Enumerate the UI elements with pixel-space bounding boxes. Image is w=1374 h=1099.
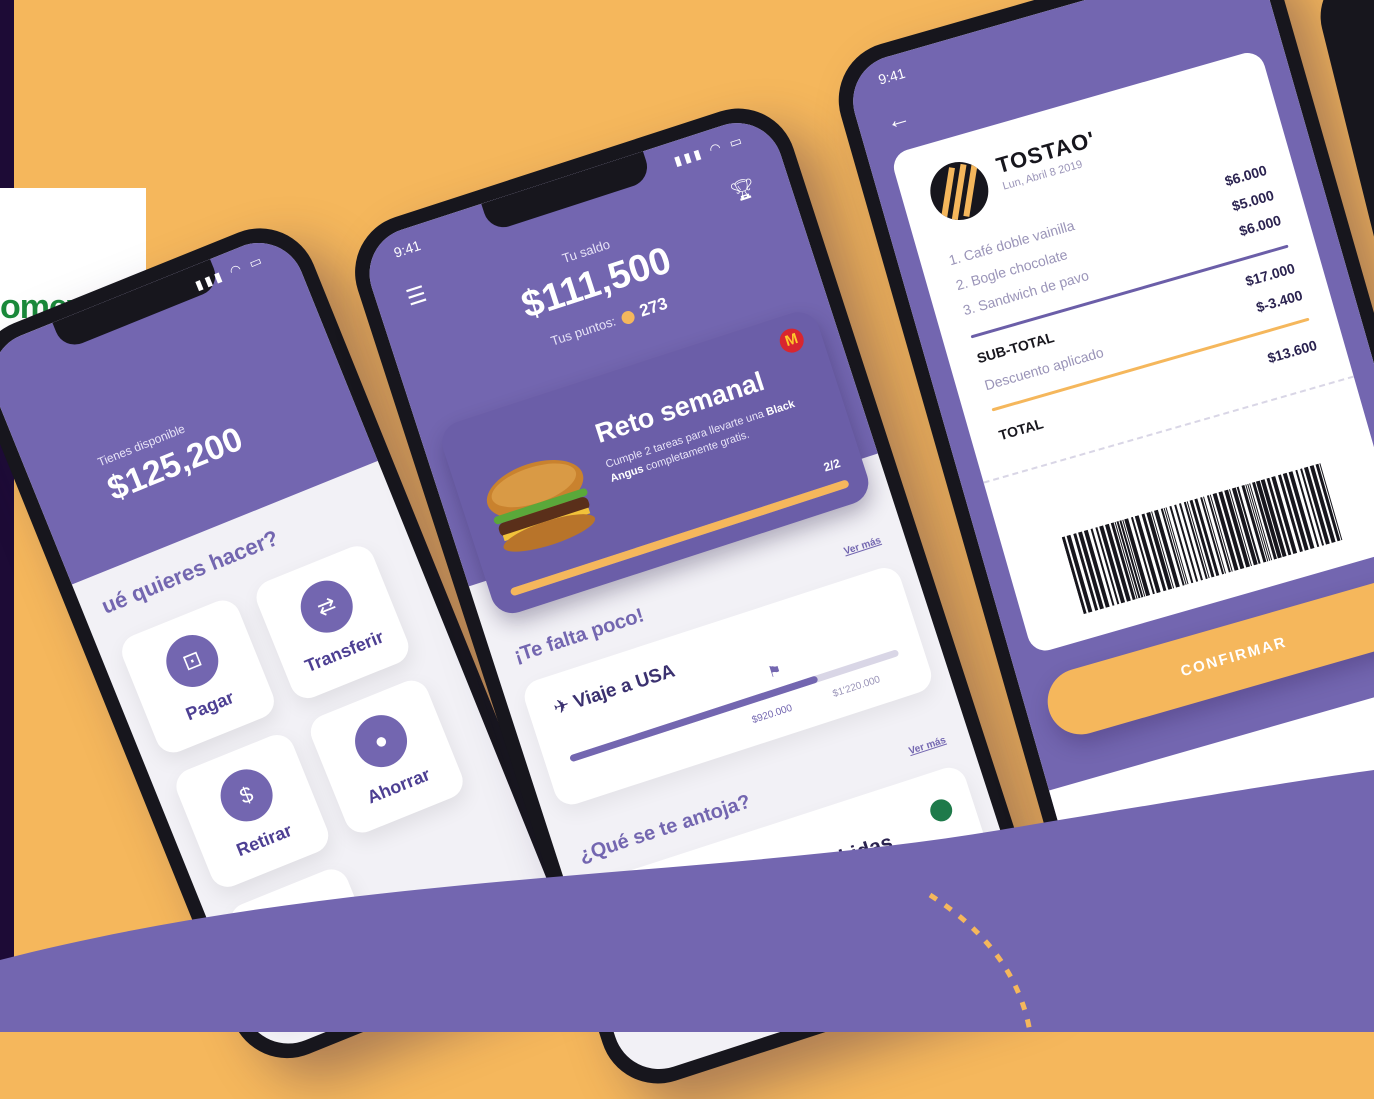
offer-see-more-link[interactable]: Ver más <box>908 735 948 757</box>
wallet-icon: ⊡ <box>158 627 227 695</box>
points-value: 273 <box>637 293 670 321</box>
action-card-button[interactable]: ▭ <box>225 864 389 1027</box>
tostao-stripes-icon <box>940 160 979 224</box>
total-value: $13.600 <box>1265 336 1319 367</box>
discount-value: $-3.400 <box>1254 286 1305 316</box>
burger-image <box>486 459 596 552</box>
home-icon[interactable]: ⌂ <box>1127 805 1152 840</box>
action-label: Retirar <box>233 819 295 861</box>
coin-icon <box>619 309 637 326</box>
flag-icon: ⚑ <box>765 661 784 682</box>
transfer-icon: ⇄ <box>292 572 361 641</box>
action-label: Pagar <box>182 687 237 725</box>
challenge-count: 2/2 <box>821 456 842 475</box>
coffee-cup-image <box>632 883 696 973</box>
total-label: TOTAL <box>997 415 1046 444</box>
goal-see-more-link[interactable]: Ver más <box>843 535 883 557</box>
mcdonalds-logo-icon: M <box>776 325 807 356</box>
action-label: Ahorrar <box>364 764 433 808</box>
total-row: TOTAL $13.600 <box>997 337 1319 443</box>
goal-target-value: $1'220.000 <box>831 674 882 700</box>
starbucks-logo-icon <box>927 796 956 825</box>
offer-card[interactable]: 20% Dto. Todas las bebidas STARBUCKS COF… <box>584 763 1001 1009</box>
card-icon: ▭ <box>267 896 335 964</box>
goal-current-value: $920.000 <box>750 702 794 727</box>
goal-name: Viaje a USA <box>571 660 678 713</box>
subtotal-value: $17.000 <box>1243 259 1297 290</box>
action-label: Transferir <box>301 626 387 677</box>
goal-card[interactable]: ✈ Viaje a USA ⚑ $920.000 $1'220.000 <box>519 563 936 810</box>
piggy-bank-icon: ● <box>347 707 415 775</box>
action-transferir-button[interactable]: ⇄ Transferir <box>251 540 414 704</box>
goal-name-row: ✈ Viaje a USA <box>551 660 678 721</box>
airplane-icon: ✈ <box>550 694 573 720</box>
action-pagar-button[interactable]: ⊡ Pagar <box>116 595 280 758</box>
tostao-logo-icon <box>923 155 996 227</box>
goal-progress-track <box>569 649 900 763</box>
dollar-icon: $ <box>212 761 281 830</box>
points-label: Tus puntos: <box>548 313 618 349</box>
action-ahorrar-button[interactable]: ● Ahorrar <box>305 675 469 838</box>
action-retirar-button[interactable]: $ Retirar <box>170 729 334 893</box>
receipt-items: 1. Café doble vainilla $6.000 2. Bogle c… <box>947 162 1286 328</box>
left-edge-bar <box>0 0 14 1032</box>
